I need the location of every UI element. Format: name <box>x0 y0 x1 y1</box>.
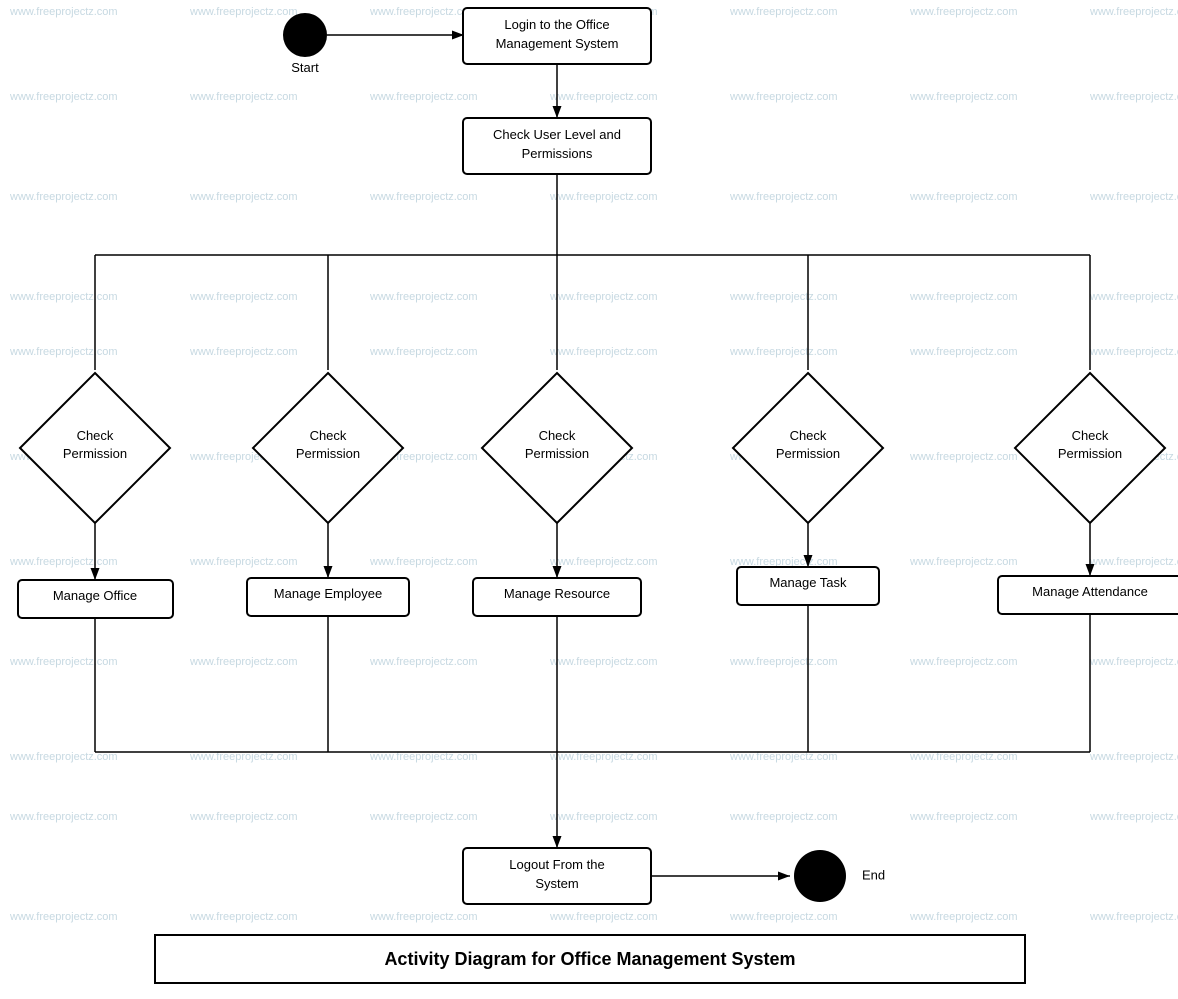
svg-text:www.freeprojectz.com: www.freeprojectz.com <box>1089 556 1178 568</box>
svg-text:www.freeprojectz.com: www.freeprojectz.com <box>9 6 118 18</box>
start-label: Start <box>291 60 319 75</box>
svg-text:www.freeprojectz.com: www.freeprojectz.com <box>549 346 658 358</box>
svg-text:www.freeprojectz.com: www.freeprojectz.com <box>9 346 118 358</box>
login-text-line1: Login to the Office <box>504 17 609 32</box>
svg-text:www.freeprojectz.com: www.freeprojectz.com <box>189 911 298 923</box>
diamond2-line1: Check <box>310 428 347 443</box>
diagram-title: Activity Diagram for Office Management S… <box>384 949 795 969</box>
svg-text:www.freeprojectz.com: www.freeprojectz.com <box>1089 751 1178 763</box>
svg-text:www.freeprojectz.com: www.freeprojectz.com <box>1089 191 1178 203</box>
svg-text:www.freeprojectz.com: www.freeprojectz.com <box>549 911 658 923</box>
svg-text:www.freeprojectz.com: www.freeprojectz.com <box>729 191 838 203</box>
svg-text:www.freeprojectz.com: www.freeprojectz.com <box>729 656 838 668</box>
end-node <box>794 850 846 902</box>
svg-text:www.freeprojectz.com: www.freeprojectz.com <box>549 91 658 103</box>
svg-text:www.freeprojectz.com: www.freeprojectz.com <box>189 656 298 668</box>
svg-text:www.freeprojectz.com: www.freeprojectz.com <box>729 751 838 763</box>
svg-text:www.freeprojectz.com: www.freeprojectz.com <box>549 291 658 303</box>
svg-text:www.freeprojectz.com: www.freeprojectz.com <box>549 191 658 203</box>
svg-text:www.freeprojectz.com: www.freeprojectz.com <box>909 451 1018 463</box>
svg-text:www.freeprojectz.com: www.freeprojectz.com <box>729 346 838 358</box>
svg-text:www.freeprojectz.com: www.freeprojectz.com <box>909 656 1018 668</box>
svg-text:www.freeprojectz.com: www.freeprojectz.com <box>909 191 1018 203</box>
diamond2-line2: Permission <box>296 446 360 461</box>
svg-text:www.freeprojectz.com: www.freeprojectz.com <box>369 91 478 103</box>
svg-text:www.freeprojectz.com: www.freeprojectz.com <box>189 346 298 358</box>
svg-text:www.freeprojectz.com: www.freeprojectz.com <box>549 811 658 823</box>
start-node <box>283 13 327 57</box>
svg-text:www.freeprojectz.com: www.freeprojectz.com <box>369 656 478 668</box>
manage-office-label: Manage Office <box>53 588 137 603</box>
svg-text:www.freeprojectz.com: www.freeprojectz.com <box>9 191 118 203</box>
svg-text:www.freeprojectz.com: www.freeprojectz.com <box>1089 291 1178 303</box>
svg-text:www.freeprojectz.com: www.freeprojectz.com <box>369 911 478 923</box>
login-text-line2: Management System <box>496 36 619 51</box>
svg-text:www.freeprojectz.com: www.freeprojectz.com <box>729 6 838 18</box>
svg-text:www.freeprojectz.com: www.freeprojectz.com <box>909 6 1018 18</box>
svg-text:www.freeprojectz.com: www.freeprojectz.com <box>549 556 658 568</box>
svg-text:www.freeprojectz.com: www.freeprojectz.com <box>9 751 118 763</box>
svg-text:www.freeprojectz.com: www.freeprojectz.com <box>189 811 298 823</box>
svg-text:www.freeprojectz.com: www.freeprojectz.com <box>189 291 298 303</box>
svg-text:www.freeprojectz.com: www.freeprojectz.com <box>369 291 478 303</box>
svg-text:www.freeprojectz.com: www.freeprojectz.com <box>189 6 298 18</box>
diagram-area: www.freeprojectz.com www.freeprojectz.co… <box>0 0 1178 994</box>
svg-text:www.freeprojectz.com: www.freeprojectz.com <box>9 556 118 568</box>
diamond5-line2: Permission <box>1058 446 1122 461</box>
svg-text:www.freeprojectz.com: www.freeprojectz.com <box>729 811 838 823</box>
svg-text:www.freeprojectz.com: www.freeprojectz.com <box>369 6 478 18</box>
svg-text:www.freeprojectz.com: www.freeprojectz.com <box>1089 656 1178 668</box>
manage-attendance-label: Manage Attendance <box>1032 584 1148 599</box>
svg-text:www.freeprojectz.com: www.freeprojectz.com <box>369 191 478 203</box>
svg-text:www.freeprojectz.com: www.freeprojectz.com <box>1089 91 1178 103</box>
svg-text:www.freeprojectz.com: www.freeprojectz.com <box>729 91 838 103</box>
svg-text:www.freeprojectz.com: www.freeprojectz.com <box>369 751 478 763</box>
manage-employee-label: Manage Employee <box>274 586 382 601</box>
svg-text:www.freeprojectz.com: www.freeprojectz.com <box>9 656 118 668</box>
svg-text:www.freeprojectz.com: www.freeprojectz.com <box>909 911 1018 923</box>
diamond1-line2: Permission <box>63 446 127 461</box>
end-label: End <box>862 867 885 882</box>
logout-line2: System <box>535 876 578 891</box>
svg-text:www.freeprojectz.com: www.freeprojectz.com <box>9 91 118 103</box>
manage-resource-label: Manage Resource <box>504 586 610 601</box>
svg-text:www.freeprojectz.com: www.freeprojectz.com <box>9 811 118 823</box>
svg-text:www.freeprojectz.com: www.freeprojectz.com <box>909 556 1018 568</box>
diamond3-line2: Permission <box>525 446 589 461</box>
diamond4-line2: Permission <box>776 446 840 461</box>
svg-text:www.freeprojectz.com: www.freeprojectz.com <box>1089 811 1178 823</box>
svg-text:www.freeprojectz.com: www.freeprojectz.com <box>189 91 298 103</box>
svg-text:www.freeprojectz.com: www.freeprojectz.com <box>369 346 478 358</box>
svg-text:www.freeprojectz.com: www.freeprojectz.com <box>729 291 838 303</box>
svg-text:www.freeprojectz.com: www.freeprojectz.com <box>1089 911 1178 923</box>
svg-text:www.freeprojectz.com: www.freeprojectz.com <box>909 751 1018 763</box>
svg-text:www.freeprojectz.com: www.freeprojectz.com <box>9 911 118 923</box>
logout-line1: Logout From the <box>509 857 604 872</box>
svg-text:www.freeprojectz.com: www.freeprojectz.com <box>9 291 118 303</box>
svg-text:www.freeprojectz.com: www.freeprojectz.com <box>1089 6 1178 18</box>
svg-text:www.freeprojectz.com: www.freeprojectz.com <box>549 656 658 668</box>
diamond4-line1: Check <box>790 428 827 443</box>
diamond1-line1: Check <box>77 428 114 443</box>
svg-text:www.freeprojectz.com: www.freeprojectz.com <box>729 911 838 923</box>
svg-text:www.freeprojectz.com: www.freeprojectz.com <box>909 91 1018 103</box>
svg-text:www.freeprojectz.com: www.freeprojectz.com <box>909 811 1018 823</box>
diamond3-line1: Check <box>539 428 576 443</box>
svg-text:www.freeprojectz.com: www.freeprojectz.com <box>189 556 298 568</box>
manage-task-label: Manage Task <box>769 575 847 590</box>
svg-text:www.freeprojectz.com: www.freeprojectz.com <box>369 556 478 568</box>
check-perm-line2: Permissions <box>522 146 593 161</box>
check-perm-line1: Check User Level and <box>493 127 621 142</box>
svg-text:www.freeprojectz.com: www.freeprojectz.com <box>369 811 478 823</box>
svg-text:www.freeprojectz.com: www.freeprojectz.com <box>549 751 658 763</box>
diamond5-line1: Check <box>1072 428 1109 443</box>
svg-text:www.freeprojectz.com: www.freeprojectz.com <box>189 191 298 203</box>
svg-text:www.freeprojectz.com: www.freeprojectz.com <box>1089 346 1178 358</box>
svg-text:www.freeprojectz.com: www.freeprojectz.com <box>189 751 298 763</box>
svg-text:www.freeprojectz.com: www.freeprojectz.com <box>909 291 1018 303</box>
svg-text:www.freeprojectz.com: www.freeprojectz.com <box>909 346 1018 358</box>
